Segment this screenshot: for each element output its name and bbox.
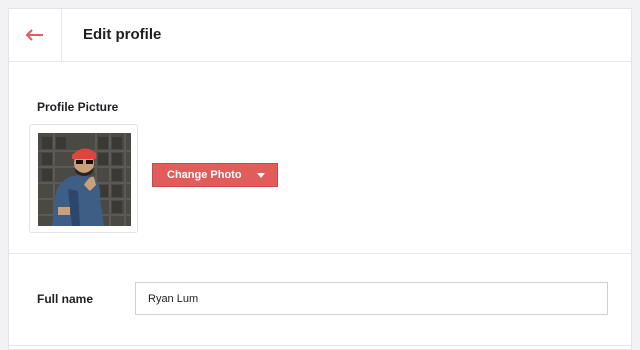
back-button[interactable]: [9, 9, 62, 61]
avatar-frame: [29, 124, 138, 233]
change-photo-label: Change Photo: [167, 169, 242, 181]
edit-profile-panel: Edit profile Profile Picture Change Phot…: [8, 8, 632, 350]
change-photo-button[interactable]: Change Photo: [152, 163, 278, 187]
profile-picture-label: Profile Picture: [37, 100, 119, 114]
profile-picture-section: Profile Picture Change Photo: [9, 62, 631, 254]
page-header: Edit profile: [9, 9, 631, 62]
avatar: [38, 133, 131, 226]
full-name-section: Full name: [9, 254, 631, 346]
arrow-left-icon: [25, 29, 43, 41]
full-name-label: Full name: [37, 292, 94, 306]
full-name-input[interactable]: [135, 282, 608, 315]
chevron-down-icon: [257, 173, 265, 178]
page-title: Edit profile: [83, 26, 162, 43]
